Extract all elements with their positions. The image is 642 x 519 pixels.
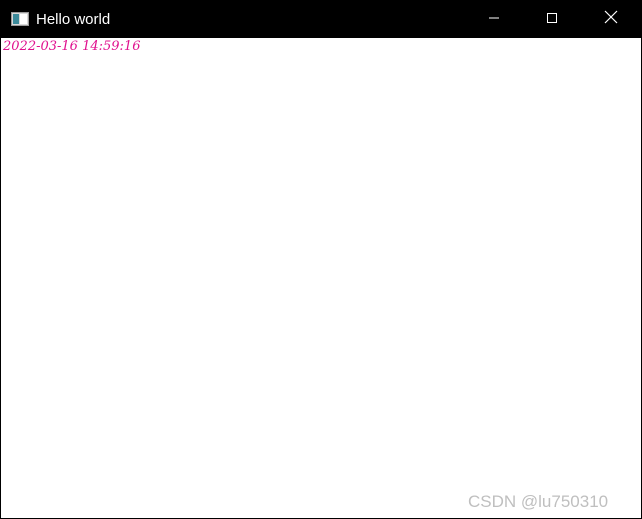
window-title: Hello world [36,11,111,28]
maximize-button[interactable] [529,1,575,38]
minimize-icon [488,11,500,29]
client-area: 2022-03-16 14:59:16 [1,38,641,518]
minimize-button[interactable] [471,1,517,38]
close-button[interactable] [588,1,634,38]
app-window: Hello world 2022-03-16 14:59:16 CSDN @lu… [0,0,642,519]
watermark-text: CSDN @lu750310 [468,492,609,511]
close-icon [604,10,618,29]
timestamp-label: 2022-03-16 14:59:16 [3,39,141,54]
app-window-icon [11,12,29,26]
title-bar[interactable]: Hello world [1,1,641,38]
maximize-icon [546,11,558,29]
